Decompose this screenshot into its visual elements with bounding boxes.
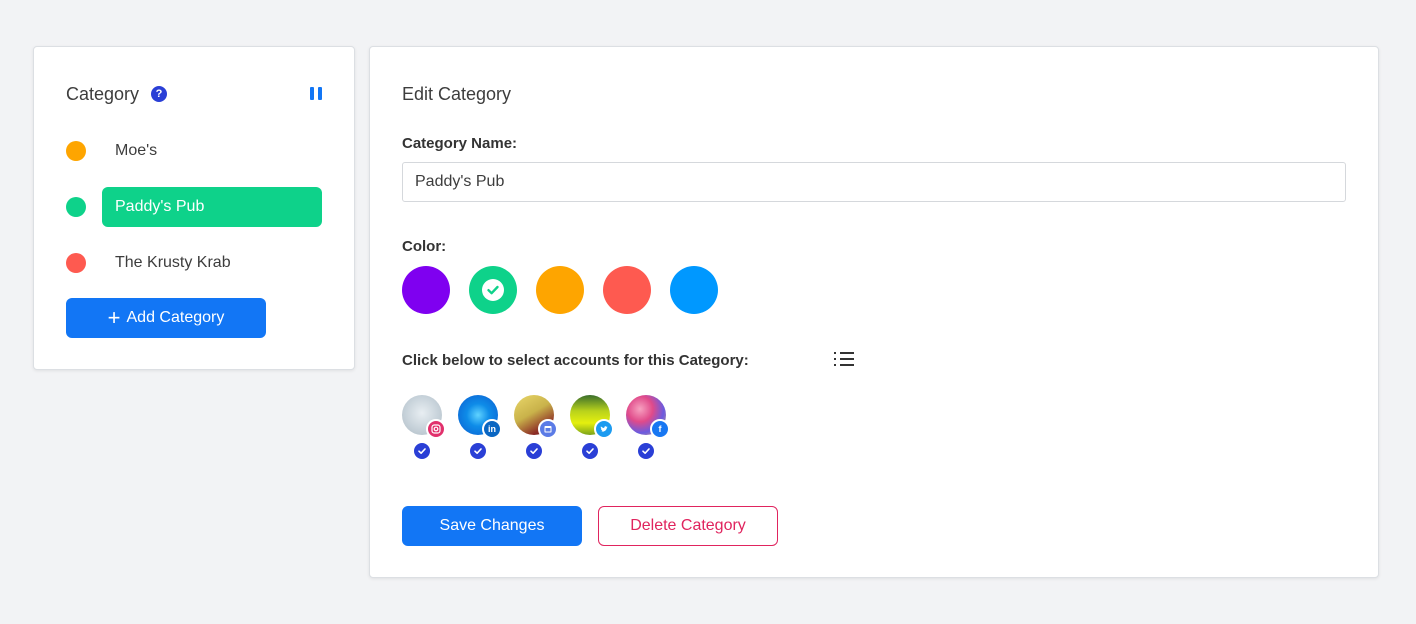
list-icon[interactable] [834, 351, 856, 367]
account-linkedin[interactable]: in [458, 395, 502, 461]
category-item-label: The Krusty Krab [115, 254, 231, 271]
twitter-icon [594, 419, 614, 439]
color-swatch-green[interactable] [469, 266, 517, 314]
accounts-label: Click below to select accounts for this … [402, 352, 749, 369]
account-google-my-business[interactable] [514, 395, 558, 461]
linkedin-icon: in [482, 419, 502, 439]
category-panel-header: Category ? [66, 83, 322, 105]
category-item-moes[interactable]: Moe's [66, 131, 324, 171]
category-name-input[interactable] [402, 162, 1346, 202]
check-icon [482, 279, 504, 301]
selected-check-icon [414, 443, 430, 459]
google-my-business-icon [538, 419, 558, 439]
color-swatch-orange[interactable] [536, 266, 584, 314]
selected-check-icon [582, 443, 598, 459]
edit-category-panel: Edit Category Category Name: Color: Clic… [369, 46, 1379, 578]
category-color-dot [66, 197, 86, 217]
instagram-icon [426, 419, 446, 439]
save-changes-button[interactable]: Save Changes [402, 506, 582, 546]
category-color-dot [66, 141, 86, 161]
category-panel: Category ? Moe's Paddy's Pub The Krusty … [33, 46, 355, 370]
selected-check-icon [526, 443, 542, 459]
category-item-label: Paddy's Pub [102, 187, 322, 227]
category-item-label: Moe's [115, 142, 158, 159]
selected-check-icon [470, 443, 486, 459]
page-title: Edit Category [402, 84, 512, 104]
color-label: Color: [402, 238, 447, 255]
selected-check-icon [638, 443, 654, 459]
category-item-paddys-pub[interactable]: Paddy's Pub [66, 187, 324, 227]
color-swatch-blue[interactable] [670, 266, 718, 314]
plus-icon: + [107, 305, 121, 330]
color-swatch-red[interactable] [603, 266, 651, 314]
question-circle-icon[interactable]: ? [151, 86, 168, 102]
delete-category-button[interactable]: Delete Category [598, 506, 778, 546]
category-color-dot [66, 253, 86, 273]
category-panel-title: Category [66, 83, 140, 104]
account-instagram[interactable] [402, 395, 446, 461]
color-picker [402, 266, 737, 314]
add-category-button[interactable]: + Add Category [66, 298, 266, 338]
account-facebook[interactable]: f [626, 395, 670, 461]
category-item-krusty-krab[interactable]: The Krusty Krab [66, 243, 324, 283]
account-twitter[interactable] [570, 395, 614, 461]
color-swatch-purple[interactable] [402, 266, 450, 314]
account-list: in f [402, 395, 682, 461]
category-name-label: Category Name: [402, 135, 518, 152]
pause-icon[interactable] [310, 87, 322, 101]
facebook-icon: f [650, 419, 670, 439]
add-category-label: Add Category [126, 309, 225, 326]
